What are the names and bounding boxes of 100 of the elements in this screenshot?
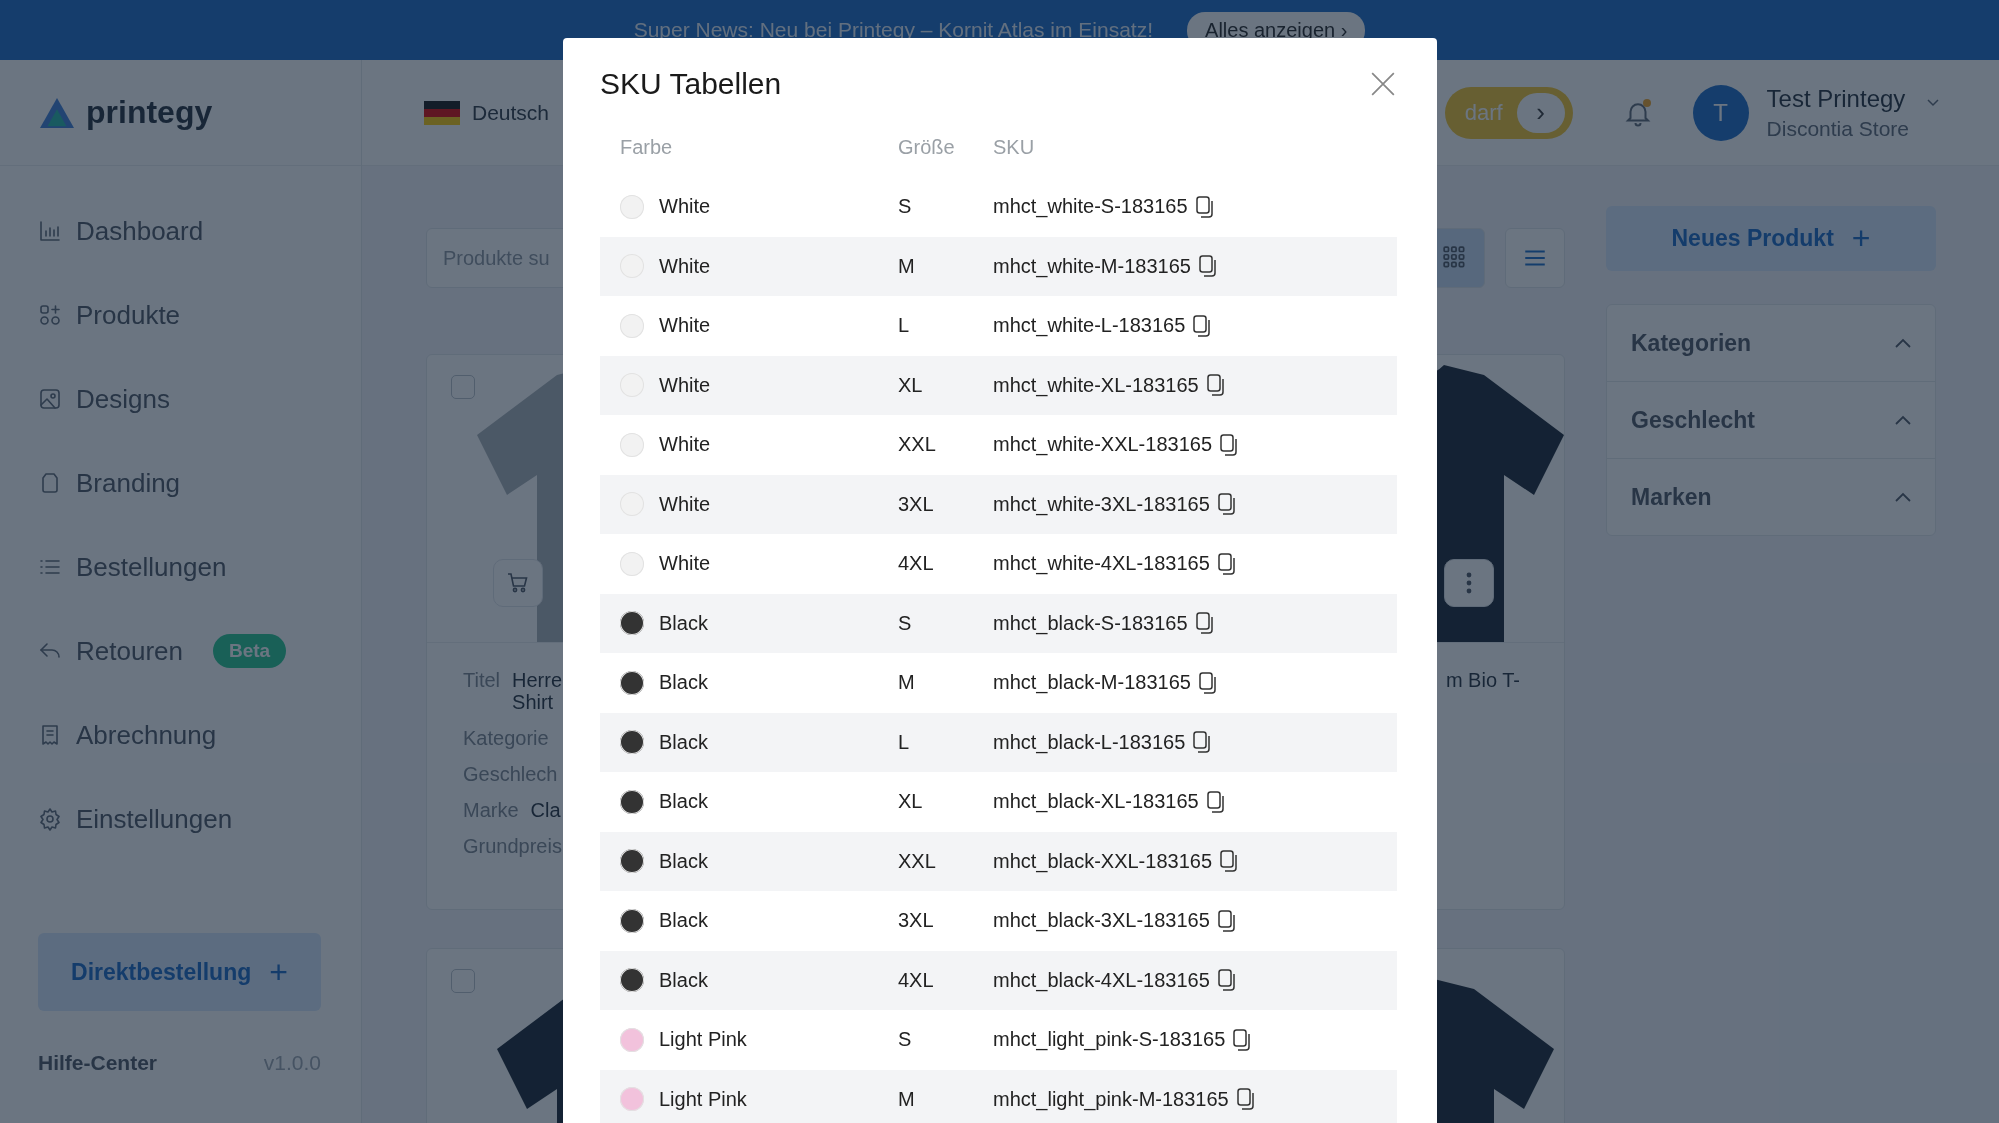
help-center-link[interactable]: Hilfe-Center bbox=[38, 1051, 158, 1075]
color-name: Black bbox=[659, 671, 708, 695]
sku-cell: mhct_white-M-183165 bbox=[993, 254, 1191, 278]
checkbox[interactable] bbox=[451, 375, 475, 399]
grid-icon bbox=[1442, 245, 1468, 271]
sku-cell: mhct_white-XL-183165 bbox=[993, 373, 1199, 397]
color-name: Light Pink bbox=[659, 1087, 747, 1111]
sku-cell: mhct_light_pink-M-183165 bbox=[993, 1087, 1229, 1111]
language-selector[interactable]: Deutsch bbox=[424, 100, 550, 125]
sku-cell: mhct_white-4XL-183165 bbox=[993, 552, 1210, 576]
more-icon bbox=[1466, 571, 1472, 595]
gear-icon bbox=[38, 807, 62, 831]
avatar: T bbox=[1692, 84, 1749, 141]
sidebar-item[interactable]: Einstellungen bbox=[38, 777, 321, 861]
size-cell-text: XXL bbox=[898, 433, 937, 457]
copy-icon[interactable] bbox=[1198, 255, 1217, 278]
sku-cell: mhct_white-3XL-183165 bbox=[993, 492, 1210, 516]
flag-icon bbox=[424, 100, 460, 125]
copy-icon[interactable] bbox=[1193, 731, 1212, 754]
more-button[interactable] bbox=[1444, 559, 1494, 607]
field-value: Cla bbox=[530, 799, 561, 821]
new-product-button[interactable]: Neues Produkt + bbox=[1606, 206, 1936, 271]
copy-icon[interactable] bbox=[1217, 493, 1236, 516]
size-cell-text: XXL bbox=[898, 849, 937, 873]
color-name: Black bbox=[659, 909, 708, 933]
size-cell-text: S bbox=[898, 195, 913, 219]
field-value: Herre Shirt bbox=[512, 669, 563, 713]
sku-cell: mhct_black-XL-183165 bbox=[993, 790, 1199, 814]
color-name: White bbox=[659, 314, 711, 338]
column-header: Größe bbox=[898, 135, 956, 159]
color-name: White bbox=[659, 492, 711, 516]
sku-cell: mhct_light_pink-S-183165 bbox=[993, 1028, 1226, 1052]
copy-icon[interactable] bbox=[1206, 790, 1225, 813]
sidebar-item[interactable]: Branding bbox=[38, 441, 321, 525]
direct-order-button[interactable]: Direktbestellung + bbox=[38, 933, 321, 1011]
filter-section[interactable]: Marken bbox=[1607, 458, 1935, 535]
color-name: Black bbox=[659, 611, 708, 635]
size-cell-text: XL bbox=[898, 373, 924, 397]
store-name: Discontia Store bbox=[1766, 116, 1909, 141]
size-cell-text: M bbox=[898, 254, 916, 278]
checkbox[interactable] bbox=[451, 969, 475, 993]
copy-icon[interactable] bbox=[1220, 850, 1238, 873]
close-button[interactable] bbox=[1370, 71, 1396, 97]
copy-icon[interactable] bbox=[1195, 612, 1214, 635]
copy-icon[interactable] bbox=[1236, 1088, 1255, 1111]
copy-icon[interactable] bbox=[1220, 433, 1238, 456]
copy-icon[interactable] bbox=[1233, 1028, 1252, 1051]
size-cell-text: L bbox=[898, 730, 911, 754]
color-name: Black bbox=[659, 730, 708, 754]
sku-cell: mhct_black-XXL-183165 bbox=[993, 849, 1212, 873]
product-title: m Bio T- bbox=[1445, 669, 1520, 692]
user-name: Test Printegy bbox=[1766, 84, 1907, 113]
size-cell-text: XL bbox=[898, 790, 924, 814]
beta-badge: Beta bbox=[212, 634, 287, 668]
chevron-down-icon bbox=[1927, 98, 1939, 107]
sku-cell: mhct_black-M-183165 bbox=[993, 671, 1191, 695]
sku-cell: mhct_white-S-183165 bbox=[993, 195, 1188, 219]
user-menu[interactable]: T Test Printegy Discontia Store bbox=[1692, 84, 1939, 141]
cart-icon bbox=[506, 571, 530, 595]
sku-cell: mhct_black-S-183165 bbox=[993, 611, 1188, 635]
copy-icon[interactable] bbox=[1217, 969, 1236, 992]
color-name: White bbox=[659, 433, 711, 457]
color-name: Light Pink bbox=[659, 1028, 747, 1052]
size-cell-text: S bbox=[898, 611, 913, 635]
copy-icon[interactable] bbox=[1198, 671, 1217, 694]
filter-section[interactable]: Kategorien bbox=[1607, 305, 1935, 381]
size-cell-text: 3XL bbox=[898, 909, 935, 933]
copy-icon[interactable] bbox=[1206, 374, 1225, 397]
size-cell-text: L bbox=[898, 314, 911, 338]
sidebar-item[interactable]: Designs bbox=[38, 357, 321, 441]
dialog-title: SKU Tabellen bbox=[600, 67, 782, 101]
size-cell-text: 3XL bbox=[898, 492, 935, 516]
sidebar-item[interactable]: Abrechnung bbox=[38, 693, 321, 777]
copy-icon[interactable] bbox=[1217, 552, 1236, 575]
color-name: Black bbox=[659, 790, 708, 814]
sidebar-item[interactable]: Produkte bbox=[38, 273, 321, 357]
copy-icon[interactable] bbox=[1195, 195, 1214, 218]
color-name: White bbox=[659, 195, 711, 219]
color-name: Black bbox=[659, 849, 708, 873]
sidebar-item[interactable]: Retouren Beta bbox=[38, 609, 321, 693]
color-name: White bbox=[659, 254, 711, 278]
sidebar-item[interactable]: Dashboard bbox=[38, 189, 321, 273]
sku-cell: mhct_black-4XL-183165 bbox=[993, 968, 1210, 992]
color-name: White bbox=[659, 373, 711, 397]
size-cell-text: M bbox=[898, 1087, 916, 1111]
column-header: SKU bbox=[993, 135, 1036, 159]
sku-cell: mhct_white-L-183165 bbox=[993, 314, 1186, 338]
sidebar-item[interactable]: Bestellungen bbox=[38, 525, 321, 609]
size-cell-text: S bbox=[898, 1028, 913, 1052]
color-name: White bbox=[659, 552, 711, 576]
sku-cell: mhct_black-L-183165 bbox=[993, 730, 1186, 754]
copy-icon[interactable] bbox=[1217, 909, 1236, 932]
sku-cell: mhct_black-3XL-183165 bbox=[993, 909, 1210, 933]
size-cell-text: 4XL bbox=[898, 552, 935, 576]
copy-icon[interactable] bbox=[1193, 314, 1212, 337]
filter-section[interactable]: Geschlecht bbox=[1607, 381, 1935, 458]
close-icon bbox=[1370, 71, 1396, 97]
color-name: Black bbox=[659, 968, 708, 992]
size-cell-text: 4XL bbox=[898, 968, 935, 992]
partial-button[interactable]: darf › bbox=[1444, 86, 1573, 139]
